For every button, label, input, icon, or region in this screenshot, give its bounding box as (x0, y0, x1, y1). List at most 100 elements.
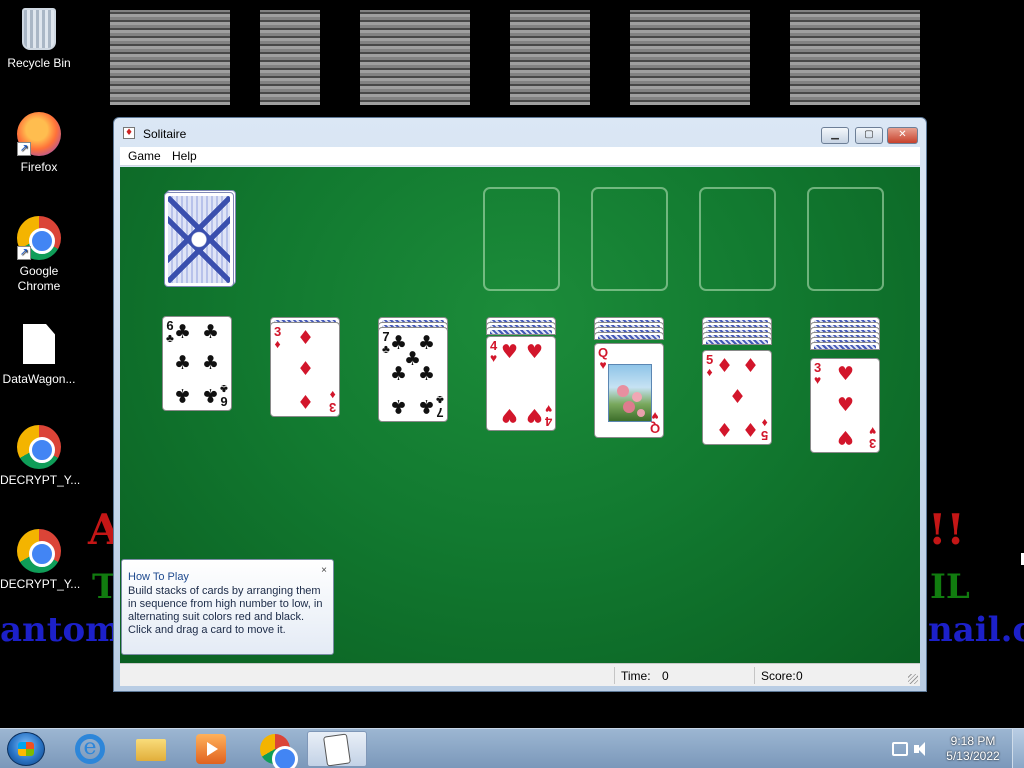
club-pip: ♣ (173, 384, 192, 406)
taskbar-item-internet-explorer[interactable]: e (60, 731, 120, 767)
clock-time: 9:18 PM (950, 734, 996, 748)
card-corner: 5 ♦ (706, 352, 714, 379)
time-label: Time: (621, 669, 651, 683)
desktop-icon-google-chrome[interactable]: ↗ Google Chrome (0, 216, 78, 294)
desktop-icon-decrypt-2[interactable]: DECRYPT_Y... (0, 529, 81, 592)
club-pip: ♣ (173, 352, 192, 374)
desktop-icon-label: Recycle Bin (7, 56, 71, 70)
status-divider (754, 667, 755, 684)
maximize-button[interactable]: ▢ (855, 127, 883, 144)
window-title: Solitaire (143, 127, 187, 141)
tooltip-body: Build stacks of cards by arranging them … (128, 585, 323, 636)
wallpaper-banner (110, 0, 940, 118)
card-corner: 3 ♥ (814, 360, 822, 387)
tableau-card[interactable]: 6 ♣ ♣ ♣ ♣ ♣ ♣ ♣ 6 ♣ (162, 316, 232, 411)
close-icon[interactable]: × (321, 564, 327, 577)
clock[interactable]: 9:18 PM 5/13/2022 (940, 734, 1006, 768)
start-button[interactable] (7, 732, 45, 766)
card-corner: 5 ♦ (760, 416, 768, 443)
desktop-icon-label: DECRYPT_Y... (0, 473, 81, 487)
show-desktop-button[interactable] (1012, 729, 1024, 768)
taskbar-item-chrome[interactable] (245, 731, 305, 767)
taskbar: e 9:18 PM 5/13/2022 (0, 728, 1024, 768)
system-tray (888, 729, 938, 768)
card-corner: 4 ♥ (544, 402, 552, 429)
card-corner: 3 ♥ (868, 424, 876, 451)
score-label: Score: (761, 669, 796, 683)
foundation-slot[interactable] (807, 187, 884, 291)
diamond-pip: ♦ (728, 386, 747, 408)
tableau-card[interactable]: 3 ♥ ♥ ♥ ♥ 3 ♥ (810, 358, 880, 453)
tooltip-title: How To Play (128, 571, 189, 583)
media-player-icon (196, 734, 226, 764)
heart-pip: ♥ (836, 394, 855, 416)
volume-icon[interactable] (914, 742, 930, 756)
clock-date: 5/13/2022 (946, 749, 1000, 763)
club-pip: ♣ (173, 321, 192, 343)
diamond-pip: ♦ (715, 418, 734, 440)
face-down-card (702, 337, 772, 345)
resize-grip[interactable] (908, 674, 918, 684)
heart-pip: ♥ (525, 341, 544, 363)
club-pip: ♣ (201, 352, 220, 374)
face-down-card (594, 332, 664, 340)
score-value: 0 (796, 669, 803, 683)
card-corner: Q ♥ (649, 409, 660, 436)
desktop-icon-firefox[interactable]: ↗ Firefox (0, 112, 78, 175)
recycle-bin-icon (17, 8, 61, 52)
wallpaper-text-blue-end: nail.c (928, 610, 1024, 650)
chrome-icon (17, 529, 61, 573)
how-to-play-tooltip: × How To Play Build stacks of cards by a… (121, 559, 334, 655)
network-icon[interactable] (892, 742, 908, 756)
title-bar[interactable]: ♦ Solitaire ▁ ▢ ✕ (114, 118, 926, 147)
card-corner: 6 ♣ (220, 382, 228, 409)
taskbar-item-media-player[interactable] (181, 731, 241, 767)
diamond-pip: ♦ (741, 355, 760, 377)
taskbar-item-file-explorer[interactable] (121, 731, 181, 767)
heart-pip: ♥ (836, 426, 855, 448)
heart-pip: ♥ (836, 363, 855, 385)
tableau-card[interactable]: Q ♥ Q ♥ (594, 343, 664, 438)
diamond-pip: ♦ (296, 358, 315, 380)
desktop-icon-label: Google Chrome (17, 264, 61, 293)
tableau-card[interactable]: 5 ♦ ♦ ♦ ♦ ♦ ♦ 5 ♦ (702, 350, 772, 445)
stock-pile[interactable] (164, 192, 234, 287)
queen-rose-artwork (608, 364, 652, 422)
close-button[interactable]: ✕ (887, 127, 918, 144)
desktop-icon-label: DECRYPT_Y... (0, 577, 81, 591)
minimize-button[interactable]: ▁ (821, 127, 849, 144)
card-corner: Q ♥ (598, 345, 609, 372)
status-divider (614, 667, 615, 684)
file-explorer-icon (136, 739, 166, 761)
card-corner: 3 ♦ (274, 324, 282, 351)
firefox-icon: ↗ (17, 112, 61, 156)
desktop-icon-datawagon[interactable]: DataWagon... (0, 324, 78, 387)
desktop-icon-label: DataWagon... (2, 372, 76, 386)
desktop-icon-decrypt-1[interactable]: DECRYPT_Y... (0, 425, 81, 488)
chrome-icon (260, 734, 290, 764)
heart-pip: ♥ (500, 404, 519, 426)
tableau-card[interactable]: 7 ♣ ♣ ♣ ♣ ♣ ♣ ♣ ♣ 7 ♣ (378, 327, 448, 422)
wallpaper-text-blue: antom (0, 610, 122, 650)
taskbar-item-solitaire[interactable] (307, 731, 367, 767)
face-down-card (810, 342, 880, 350)
card-corner: 3 ♦ (328, 388, 336, 415)
foundation-slot[interactable] (591, 187, 668, 291)
diamond-pip: ♦ (296, 327, 315, 349)
tableau-card[interactable]: 4 ♥ ♥ ♥ ♥ ♥ 4 ♥ (486, 336, 556, 431)
heart-pip: ♥ (525, 404, 544, 426)
foundation-slot[interactable] (699, 187, 776, 291)
menu-help[interactable]: Help (172, 149, 197, 163)
desktop-icon-label: Firefox (20, 160, 58, 174)
time-value: 0 (662, 669, 669, 683)
tableau-card[interactable]: 3 ♦ ♦ ♦ ♦ 3 ♦ (270, 322, 340, 417)
club-pip: ♣ (417, 363, 436, 385)
menu-bar: Game Help (120, 147, 920, 166)
club-pip: ♣ (201, 384, 220, 406)
chrome-icon: ↗ (17, 216, 61, 260)
foundation-slot[interactable] (483, 187, 560, 291)
desktop-icon-recycle-bin[interactable]: Recycle Bin (0, 8, 78, 71)
diamond-pip: ♦ (296, 390, 315, 412)
menu-game[interactable]: Game (128, 149, 161, 163)
solitaire-icon (323, 733, 351, 767)
